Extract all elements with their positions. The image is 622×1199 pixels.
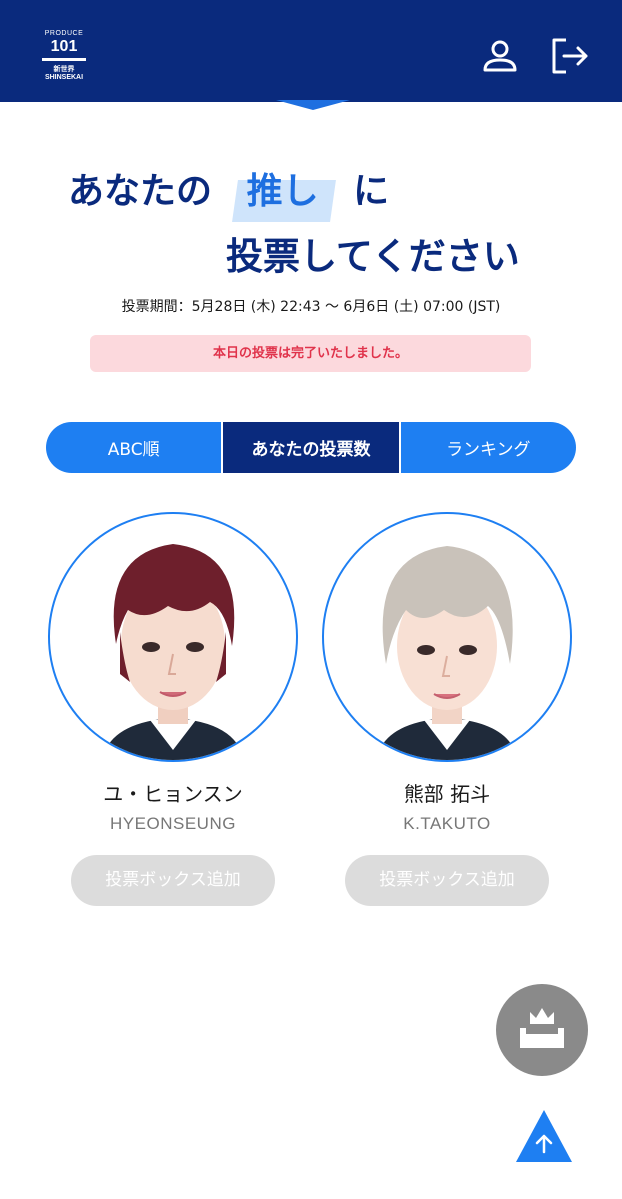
logout-icon: [552, 38, 588, 74]
candidate-romaji: K.TAKUTO: [403, 814, 491, 833]
app-header: PRODUCE 101 新世界SHINSEKAI: [0, 0, 622, 102]
voting-period: 投票期間：5月28日 (木) 22:43 〜 6月6日 (土) 07:00 (J…: [121, 299, 501, 315]
arrow-up-icon: [516, 1110, 572, 1162]
tab-ranking[interactable]: ランキング: [401, 422, 576, 473]
tab-abc-order[interactable]: ABC順: [46, 422, 221, 473]
crown-box-icon: [520, 1008, 564, 1048]
scroll-to-top-button[interactable]: [514, 1108, 574, 1164]
logo-main-text: 101: [50, 38, 78, 55]
portrait-illustration: [102, 544, 244, 760]
headline-line-1: あなたの 推し に: [68, 160, 389, 220]
logo-top-text: PRODUCE: [44, 30, 84, 37]
portrait-illustration: [376, 546, 518, 760]
user-icon: [483, 40, 517, 72]
add-to-vote-box-button[interactable]: 投票ボックス追加: [345, 855, 549, 906]
sort-tabs: ABC順 あなたの投票数 ランキング: [46, 422, 576, 473]
logo-bar: [42, 58, 86, 61]
candidate-name: 熊部 拓斗: [403, 782, 491, 806]
account-button[interactable]: [480, 36, 520, 76]
candidate-name: ユ・ヒョンスン: [103, 782, 243, 806]
header-indicator: [276, 100, 350, 110]
vote-complete-notice: 本日の投票は完了いたしました。: [90, 335, 531, 372]
logout-button[interactable]: [550, 36, 590, 76]
vote-box-button[interactable]: [496, 984, 588, 1076]
candidate-photo[interactable]: [322, 512, 572, 762]
headline-text-a: あなたの: [68, 171, 213, 212]
candidate-romaji: HYEONSEUNG: [110, 814, 236, 833]
headline-line-2: 投票してください: [226, 235, 520, 278]
candidate-photo[interactable]: [48, 512, 298, 762]
logo-sub-text: 新世界SHINSEKAI: [44, 66, 84, 81]
headline-text-b: に: [353, 171, 390, 212]
add-to-vote-box-button[interactable]: 投票ボックス追加: [71, 855, 275, 906]
produce101-logo[interactable]: PRODUCE 101 新世界SHINSEKAI: [36, 30, 92, 81]
tab-your-votes[interactable]: あなたの投票数: [221, 422, 401, 473]
headline-highlight: 推し: [239, 160, 327, 216]
